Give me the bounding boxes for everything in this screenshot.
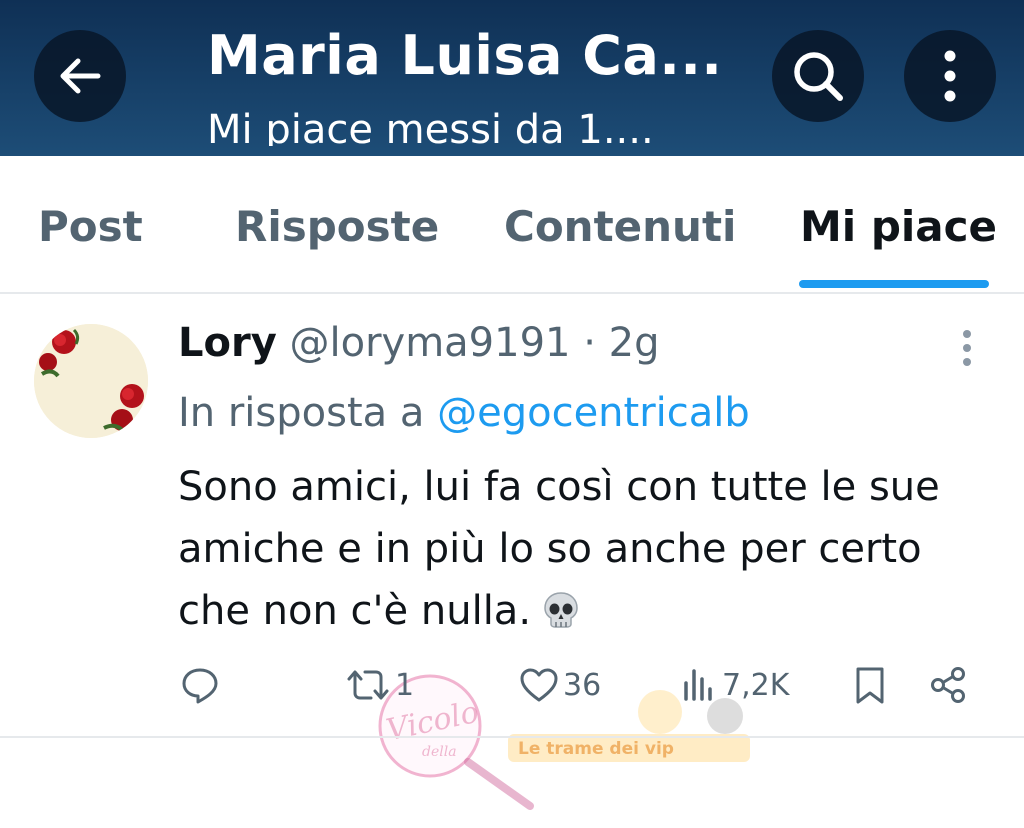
heart-icon (520, 668, 558, 702)
bookmark-button[interactable] (852, 664, 888, 706)
separator-dot: · (583, 320, 596, 366)
bar-chart-icon (684, 669, 712, 701)
divider (0, 736, 1024, 738)
profile-name-title: Maria Luisa Ca... (207, 24, 723, 87)
reply-prefix: In risposta a (178, 390, 425, 436)
tab-mi-piace[interactable]: Mi piace (800, 202, 997, 251)
like-button[interactable]: 36 (519, 664, 601, 706)
skull-emoji-icon (541, 586, 581, 648)
vertical-dots-icon (944, 50, 956, 102)
share-icon (931, 667, 965, 703)
author-handle[interactable]: @loryma9191 (290, 320, 571, 366)
avatar[interactable] (34, 324, 148, 438)
post-body: Sono amici, lui fa così con tutte le sue… (178, 456, 988, 648)
repost-button[interactable]: 1 (345, 664, 414, 706)
svg-text:della: della (422, 744, 457, 760)
author-name[interactable]: Lory (178, 320, 277, 366)
tab-post[interactable]: Post (38, 202, 143, 251)
vertical-dots-icon (963, 330, 971, 366)
post-time[interactable]: 2g (609, 320, 660, 366)
views-button[interactable]: 7,2K (680, 664, 789, 706)
tab-risposte[interactable]: Risposte (235, 202, 439, 251)
reply-button[interactable] (180, 664, 224, 706)
comment-icon (182, 668, 218, 704)
post-actions: 1 36 7,2K (0, 664, 1024, 706)
tab-contenuti[interactable]: Contenuti (504, 202, 736, 251)
search-icon (794, 52, 843, 101)
post-more-button[interactable] (952, 328, 982, 368)
repost-count: 1 (395, 667, 415, 703)
top-app-bar: Maria Luisa Ca... Mi piace messi da 1...… (0, 0, 1024, 156)
reply-mention-link[interactable]: @egocentricalb (437, 390, 750, 436)
search-button[interactable] (772, 30, 864, 122)
roses-avatar-image (34, 324, 148, 438)
reply-context: In risposta a @egocentricalb (178, 390, 750, 436)
active-tab-indicator (799, 280, 989, 288)
post-header: Lory @loryma9191 · 2g (178, 320, 659, 366)
like-count: 36 (563, 667, 602, 703)
repost-icon (347, 670, 389, 700)
post-item[interactable]: Lory @loryma9191 · 2g In risposta a @ego… (0, 294, 1024, 810)
more-options-button[interactable] (904, 30, 996, 122)
likes-count-subtitle: Mi piace messi da 1.... (207, 107, 654, 146)
bookmark-icon (856, 667, 884, 704)
share-button[interactable] (928, 664, 968, 706)
arrow-left-icon (60, 58, 101, 94)
svg-text:Le trame dei vip: Le trame dei vip (518, 739, 674, 759)
view-count: 7,2K (722, 667, 790, 703)
back-button[interactable] (34, 30, 126, 122)
profile-tabs: Post Risposte Contenuti Mi piace (0, 156, 1024, 294)
